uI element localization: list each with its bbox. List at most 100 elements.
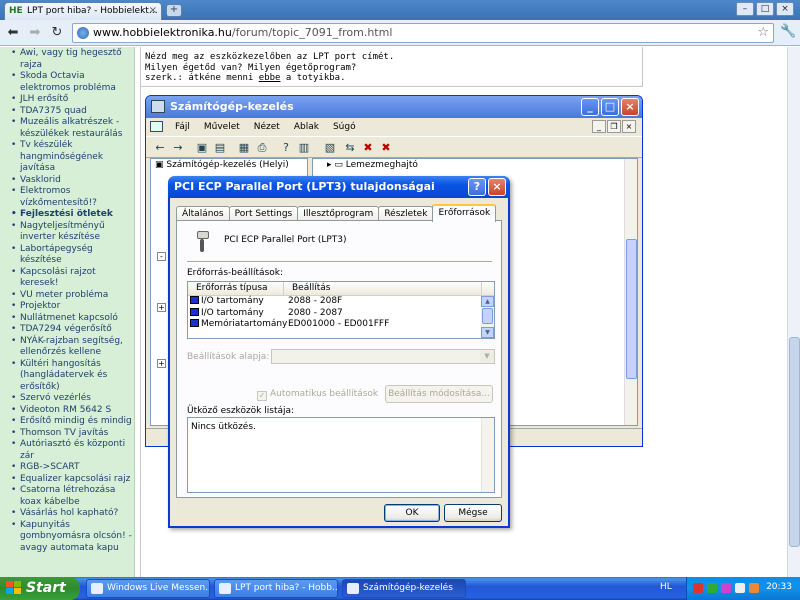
ok-button[interactable]: OK: [384, 504, 440, 522]
page-scrollbar[interactable]: [787, 47, 800, 577]
reload-icon[interactable]: ↻: [48, 24, 66, 42]
sidebar-topic-link[interactable]: Equalizer kapcsolási rajz: [8, 474, 133, 486]
forward-icon[interactable]: →: [170, 140, 186, 156]
cancel-button[interactable]: Mégse: [444, 504, 502, 522]
start-button[interactable]: Start: [0, 577, 80, 600]
window-titlebar[interactable]: Számítógép-kezelés _ □ ×: [146, 96, 642, 118]
sidebar-topic-link[interactable]: Elektromos vízkőmentesítő!?: [8, 186, 133, 209]
tray-icon[interactable]: [721, 583, 731, 593]
back-icon[interactable]: ←: [152, 140, 168, 156]
maximize-icon[interactable]: □: [601, 98, 619, 116]
column-header-setting[interactable]: Beállítás: [284, 282, 482, 295]
disable-icon[interactable]: ✖: [378, 140, 394, 156]
sidebar-topic-link[interactable]: Nagyteljesítményű inverter készítése: [8, 221, 133, 244]
volume-icon[interactable]: [735, 583, 745, 593]
resource-list[interactable]: Erőforrás típusa Beállítás I/O tartomány…: [187, 281, 495, 339]
sidebar-topic-link[interactable]: Muzeális alkatrészek - készülékek restau…: [8, 117, 133, 140]
sidebar-topic-link[interactable]: Autóriasztó és központi zár: [8, 439, 133, 462]
minimize-icon[interactable]: _: [581, 98, 599, 116]
resource-row[interactable]: I/O tartomány 2088 - 208F: [188, 296, 494, 308]
tab-close-icon[interactable]: ×: [149, 3, 157, 19]
taskbar-item-messenger[interactable]: Windows Live Messen...: [86, 579, 210, 598]
topic-link[interactable]: ebbe: [259, 73, 281, 83]
properties-icon[interactable]: ▦: [236, 140, 252, 156]
wrench-icon[interactable]: 🔧: [780, 24, 796, 39]
uninstall-icon[interactable]: ✖: [360, 140, 376, 156]
sidebar-topic-link[interactable]: Labortápegység készítése: [8, 244, 133, 267]
show-tree-icon[interactable]: ▤: [212, 140, 228, 156]
resource-row[interactable]: I/O tartomány 2080 - 2087: [188, 307, 494, 320]
view-icon[interactable]: ▥: [296, 140, 312, 156]
mdi-minimize-icon[interactable]: _: [592, 120, 606, 133]
sidebar-topic-link[interactable]: Kültéri hangosítás (hangládatervek és er…: [8, 359, 133, 394]
resource-row[interactable]: Memóriatartomány ED001000 - ED001FFF: [188, 319, 494, 331]
scan-hardware-icon[interactable]: ▧: [322, 140, 338, 156]
menu-file[interactable]: Fájl: [168, 118, 197, 136]
forward-icon[interactable]: ➡: [26, 24, 44, 42]
maximize-icon[interactable]: □: [756, 2, 774, 16]
tray-icon[interactable]: [693, 583, 703, 593]
sidebar-topic-link[interactable]: Skoda Octavia elektromos probléma: [8, 71, 133, 94]
tab-resources[interactable]: Erőforrások: [432, 204, 497, 222]
up-level-icon[interactable]: ▣: [194, 140, 210, 156]
tree-root[interactable]: ▣ Számítógép-kezelés (Helyi): [151, 159, 307, 171]
sidebar-topic-link[interactable]: Kapcsolási rajzot keresek!: [8, 267, 133, 290]
menu-window[interactable]: Ablak: [287, 118, 326, 136]
scroll-up-icon[interactable]: ▲: [481, 296, 494, 307]
sidebar-topic-link[interactable]: Csatorna létrehozása koax kábelbe: [8, 485, 133, 508]
scroll-down-icon[interactable]: ▼: [481, 327, 494, 338]
sidebar-topic-link[interactable]: TDA7375 quad: [8, 106, 133, 118]
sidebar-topic-link[interactable]: Vasklorid: [8, 175, 133, 187]
tree-expander[interactable]: +: [157, 303, 166, 312]
tree-expander[interactable]: -: [157, 252, 166, 261]
box-scrollbar[interactable]: [481, 418, 494, 492]
mdi-restore-icon[interactable]: ❐: [607, 120, 621, 133]
sidebar-topic-link[interactable]: Thomson TV javítás: [8, 428, 133, 440]
sidebar-topic-link[interactable]: Tv készülék hangminőségének javítása: [8, 140, 133, 175]
network-icon[interactable]: ⇆: [342, 140, 358, 156]
sidebar-topic-link[interactable]: Videoton RM 5642 S: [8, 405, 133, 417]
menu-action[interactable]: Művelet: [197, 118, 247, 136]
close-icon[interactable]: ×: [776, 2, 794, 16]
taskbar-item-browser[interactable]: LPT port hiba? - Hobb...: [214, 579, 338, 598]
browser-tab[interactable]: HE LPT port hiba? - Hobbielekt… ×: [4, 2, 162, 20]
back-icon[interactable]: ⬅: [4, 24, 22, 42]
scrollbar-thumb[interactable]: [626, 239, 637, 379]
dialog-titlebar[interactable]: PCI ECP Parallel Port (LPT3) tulajdonság…: [168, 176, 510, 198]
url-text[interactable]: www.hobbielektronika.hu/forum/topic_7091…: [93, 26, 392, 40]
mdi-close-icon[interactable]: ×: [622, 120, 636, 133]
address-bar[interactable]: www.hobbielektronika.hu/forum/topic_7091…: [72, 23, 774, 43]
sidebar-topic-link[interactable]: Kapunyitás gombnyomásra olcsón! - avagy …: [8, 520, 133, 555]
settings-based-on-select[interactable]: ▼: [271, 349, 495, 364]
scrollbar-thumb[interactable]: [789, 337, 800, 547]
sidebar-topic-link[interactable]: Projektor: [8, 301, 133, 313]
close-icon[interactable]: ×: [488, 178, 506, 196]
sidebar-topic-link[interactable]: Erősítő mindig és mindig: [8, 416, 133, 428]
list-scrollbar[interactable]: ▲ ▼: [481, 296, 494, 338]
column-header-type[interactable]: Erőforrás típusa: [188, 282, 284, 295]
star-icon[interactable]: ☆: [757, 25, 769, 40]
language-indicator[interactable]: HL: [660, 582, 672, 592]
scrollbar-thumb[interactable]: [482, 308, 493, 324]
tray-icon[interactable]: [707, 583, 717, 593]
device-category-row[interactable]: ▸ ▭ Lemezmeghajtó: [313, 159, 637, 171]
tree-expander[interactable]: +: [157, 359, 166, 368]
help-icon[interactable]: ?: [278, 140, 294, 156]
sidebar-topic-link[interactable]: Vásárlás hol kapható?: [8, 508, 133, 520]
automatic-settings-checkbox[interactable]: ✓ Automatikus beállítások: [257, 389, 378, 401]
menu-view[interactable]: Nézet: [247, 118, 287, 136]
help-icon[interactable]: ?: [468, 178, 486, 196]
minimize-icon[interactable]: –: [736, 2, 754, 16]
sidebar-topic-link[interactable]: Awi, vagy tig hegesztő rajza: [8, 48, 133, 71]
sidebar-topic-link[interactable]: RGB->SCART: [8, 462, 133, 474]
tray-icon[interactable]: [749, 583, 759, 593]
sidebar-topic-link[interactable]: TDA7294 végerősítő: [8, 324, 133, 336]
sidebar-topic-link[interactable]: VU meter probléma: [8, 290, 133, 302]
sidebar-topic-link[interactable]: Nullátmenet kapcsoló: [8, 313, 133, 325]
change-setting-button[interactable]: Beállítás módosítása...: [385, 385, 493, 403]
sidebar-topic-link[interactable]: Fejlesztési ötletek: [8, 209, 133, 221]
print-icon[interactable]: ⎙: [254, 140, 270, 156]
pane-scrollbar[interactable]: [624, 159, 637, 425]
sidebar-topic-link[interactable]: Szervó vezérlés: [8, 393, 133, 405]
sidebar-topic-link[interactable]: JLH erősítő: [8, 94, 133, 106]
